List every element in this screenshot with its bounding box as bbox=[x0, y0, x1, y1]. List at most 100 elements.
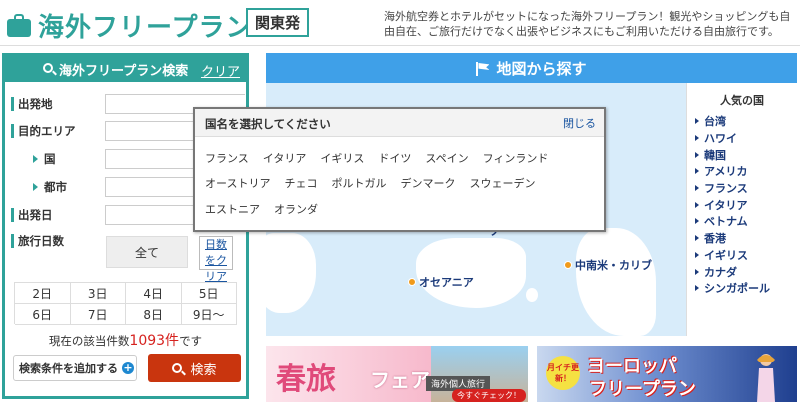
all-days-button[interactable]: 全て bbox=[106, 236, 188, 268]
count-number: 1093件 bbox=[129, 333, 180, 349]
departure-date-label: 出発日 bbox=[11, 205, 53, 225]
banner-spring-fair: フェア bbox=[370, 368, 430, 392]
banner-europe-line2: フリープラン bbox=[589, 379, 696, 400]
country-select-popup: 国名を選択してください 閉じる フランス イタリア イギリス ドイツ スペイン … bbox=[193, 107, 606, 232]
day-option[interactable]: 9日〜 bbox=[181, 304, 237, 325]
triangle-right-icon bbox=[33, 183, 38, 191]
search-button[interactable]: 検索 bbox=[148, 354, 241, 382]
country-label: 国 bbox=[11, 149, 56, 169]
destination-label-text: 目的エリア bbox=[18, 124, 76, 138]
map-land bbox=[576, 228, 656, 336]
popular-country-link[interactable]: 台湾 bbox=[695, 113, 797, 130]
day-option[interactable]: 8日 bbox=[126, 304, 182, 325]
popular-country-link[interactable]: 香港 bbox=[695, 230, 797, 247]
popular-country-name: フランス bbox=[704, 182, 748, 196]
search-panel-header: 海外フリープラン検索 クリア bbox=[5, 56, 246, 82]
search-icon bbox=[172, 363, 183, 373]
popular-country-name: イギリス bbox=[704, 248, 748, 262]
day-option[interactable]: 7日 bbox=[70, 304, 126, 325]
country-option[interactable]: ドイツ bbox=[378, 145, 411, 171]
clear-days-link[interactable]: 日数をクリア bbox=[199, 236, 233, 283]
popular-title: 人気の国 bbox=[720, 94, 764, 107]
site-title: 海外フリープラン bbox=[38, 13, 253, 43]
popular-country-name: ベトナム bbox=[704, 215, 748, 229]
count-prefix: 現在の該当件数 bbox=[48, 334, 130, 348]
country-option[interactable]: エストニア bbox=[205, 196, 260, 222]
country-option[interactable]: ポルトガル bbox=[331, 171, 386, 197]
popup-header: 国名を選択してください 閉じる bbox=[195, 109, 604, 137]
country-option[interactable]: デンマーク bbox=[400, 171, 455, 197]
popular-country-name: イタリア bbox=[704, 198, 748, 212]
duration-label-text: 旅行日数 bbox=[18, 234, 64, 248]
country-option[interactable]: フランス bbox=[205, 145, 249, 171]
country-option[interactable]: スウェーデン bbox=[469, 171, 535, 197]
triangle-right-icon bbox=[33, 155, 38, 163]
days-grid: 2日 3日 4日 5日 6日 7日 8日 9日〜 bbox=[14, 282, 237, 325]
day-option[interactable]: 4日 bbox=[126, 283, 182, 304]
banner-europe-badge: 月イチ更新！ bbox=[546, 356, 580, 390]
popular-countries: 人気の国 台湾 ハワイ 韓国 アメリカ フランス イタリア ベトナム 香港 イギ… bbox=[686, 83, 797, 336]
site-logo[interactable]: 海外フリープラン bbox=[6, 7, 252, 44]
day-option[interactable]: 5日 bbox=[181, 283, 237, 304]
map-land bbox=[416, 238, 526, 308]
popular-country-link[interactable]: フランス bbox=[695, 180, 797, 197]
departure-label: 出発地 bbox=[11, 94, 53, 114]
popular-country-link[interactable]: アメリカ bbox=[695, 163, 797, 180]
popular-country-link[interactable]: カナダ bbox=[695, 263, 797, 280]
popular-country-name: 韓国 bbox=[704, 148, 726, 162]
map-label-latin-america[interactable]: 中南米・カリブ bbox=[564, 257, 652, 273]
search-button-label: 検索 bbox=[190, 362, 217, 378]
popular-country-link[interactable]: イギリス bbox=[695, 247, 797, 264]
popup-title: 国名を選択してください bbox=[205, 117, 331, 131]
popular-country-name: アメリカ bbox=[704, 165, 748, 179]
add-condition-label: 検索条件を追加する bbox=[19, 362, 118, 375]
popup-close-link[interactable]: 閉じる bbox=[563, 115, 596, 131]
banner-spring-cta: 今すぐチェック！ bbox=[452, 389, 526, 402]
popular-country-link[interactable]: 韓国 bbox=[695, 146, 797, 163]
popular-country-link[interactable]: ベトナム bbox=[695, 213, 797, 230]
day-option[interactable]: 3日 bbox=[70, 283, 126, 304]
popular-country-link[interactable]: ハワイ bbox=[695, 130, 797, 147]
banner-spring-title: 春旅 bbox=[276, 362, 336, 397]
popular-country-name: シンガポール bbox=[704, 282, 770, 296]
plus-icon: + bbox=[122, 361, 134, 374]
region-button[interactable]: 関東発 bbox=[246, 8, 309, 37]
country-option[interactable]: イギリス bbox=[320, 145, 364, 171]
map-land bbox=[526, 288, 538, 302]
country-option[interactable]: イタリア bbox=[263, 145, 307, 171]
departure-label-text: 出発地 bbox=[18, 97, 53, 111]
map-header: 地図から探す bbox=[266, 53, 797, 83]
popup-country-list: フランス イタリア イギリス ドイツ スペイン フィンランド オーストリア チェ… bbox=[195, 137, 595, 222]
destination-label: 目的エリア bbox=[11, 121, 76, 141]
popular-country-name: 香港 bbox=[704, 232, 726, 246]
map-label-oceania[interactable]: オセアニア bbox=[408, 274, 474, 290]
traveler-illustration bbox=[757, 354, 775, 402]
map-label-latin-america-text: 中南米・カリブ bbox=[575, 259, 652, 272]
suitcase-icon bbox=[6, 13, 32, 38]
popular-country-name: 台湾 bbox=[704, 115, 726, 129]
flag-icon bbox=[476, 62, 490, 76]
add-condition-button[interactable]: 検索条件を追加する + bbox=[13, 355, 137, 381]
country-option[interactable]: オランダ bbox=[274, 196, 318, 222]
map-title: 地図から探す bbox=[496, 59, 587, 78]
country-option[interactable]: オーストリア bbox=[205, 171, 270, 197]
day-option[interactable]: 6日 bbox=[15, 304, 71, 325]
europe-freeplan-banner[interactable]: 月イチ更新！ ヨーロッパ フリープラン bbox=[537, 346, 797, 402]
popular-country-link[interactable]: シンガポール bbox=[695, 280, 797, 297]
day-option[interactable]: 2日 bbox=[15, 283, 71, 304]
header: 海外フリープラン 関東発 海外航空券とホテルがセットになった海外フリープラン！観… bbox=[0, 0, 800, 46]
duration-label: 旅行日数 bbox=[11, 231, 64, 251]
popular-country-name: カナダ bbox=[704, 265, 737, 279]
search-icon bbox=[43, 63, 53, 73]
map-label-oceania-text: オセアニア bbox=[419, 276, 474, 289]
country-option[interactable]: チェコ bbox=[284, 171, 317, 197]
popular-list: 台湾 ハワイ 韓国 アメリカ フランス イタリア ベトナム 香港 イギリス カナ… bbox=[687, 113, 797, 297]
city-label-text: 都市 bbox=[44, 180, 67, 194]
header-description: 海外航空券とホテルがセットになった海外フリープラン！観光やショッピングも自由自在… bbox=[384, 10, 791, 38]
popular-country-link[interactable]: イタリア bbox=[695, 196, 797, 213]
map-land bbox=[266, 233, 316, 313]
country-option[interactable]: フィンランド bbox=[483, 145, 549, 171]
spring-fair-banner[interactable]: 春旅 フェア 海外個人旅行 今すぐチェック！ bbox=[266, 346, 528, 402]
clear-link[interactable]: クリア bbox=[201, 61, 240, 80]
country-option[interactable]: スペイン bbox=[425, 145, 468, 171]
